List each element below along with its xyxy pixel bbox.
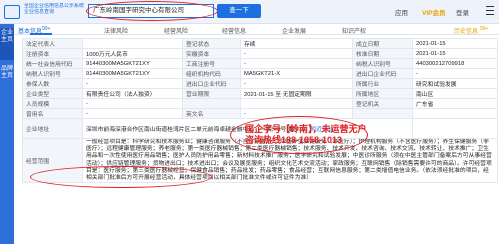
- field-value: [412, 108, 498, 119]
- field-value: -: [412, 68, 498, 79]
- search-button[interactable]: 查一下: [217, 4, 261, 18]
- field-value: -: [82, 108, 183, 119]
- menu-icon[interactable]: [486, 6, 494, 15]
- nav-vip[interactable]: VIP会员: [422, 7, 445, 17]
- info-row: 注册资本 1000万元人民币 实缴资本 - 核准日期 2021-01-15: [22, 48, 498, 59]
- info-row: 企业类型 有限责任公司（法人独资） 营业期限 2021-01-15 至 无固定期限 所属…: [22, 88, 498, 99]
- field-label: 英文名: [182, 108, 241, 119]
- field-label: 企业类型: [22, 88, 83, 99]
- field-label: 统一社会信用代码: [22, 58, 83, 69]
- field-value: MA5GKT21-X: [240, 68, 353, 79]
- field-label: 工商注册号: [182, 58, 241, 69]
- field-label: 营业期限: [182, 88, 241, 99]
- field-label: 所属行业: [352, 78, 413, 89]
- field-label: 组织机构代码: [182, 68, 241, 79]
- info-row: 法定代表人 登记状态 存续 成立日期 2021-01-15: [22, 38, 498, 49]
- site-logo-icon[interactable]: [4, 5, 20, 19]
- tab-development[interactable]: 企业发展: [282, 26, 306, 35]
- field-value: 广东省: [412, 98, 498, 109]
- info-row: 参保人数 - 进出口企业代码 - 所属行业 研究和试验发展: [22, 78, 498, 89]
- nav-app[interactable]: 应用: [395, 7, 408, 17]
- field-value: 有限责任公司（法人独资）: [82, 88, 183, 99]
- field-label: 人员规模: [22, 98, 83, 109]
- field-value: -: [82, 98, 183, 109]
- field-label: 企业地址: [22, 118, 83, 139]
- left-sidebar: 企业主页 品牌主页: [0, 24, 14, 244]
- field-label: 登记状态: [182, 38, 241, 49]
- search-highlight-circle: [86, 1, 218, 21]
- field-value: -: [240, 48, 353, 59]
- field-label: [182, 98, 241, 109]
- field-value: 存续: [240, 38, 353, 49]
- field-value: 研究和试验发展: [412, 78, 498, 89]
- tab-basic-info-count: 99+: [42, 26, 51, 32]
- field-label: 纳税人识别号: [22, 68, 83, 79]
- field-value: 91440300MA5GKT21XY: [82, 58, 183, 69]
- field-label: 注册资本: [22, 48, 83, 59]
- field-label: 登记机关: [352, 98, 413, 109]
- active-tab-underline: [30, 33, 52, 35]
- info-row: 曾用名 - 英文名 -: [22, 108, 498, 119]
- field-label: 进出口企业代码: [352, 68, 413, 79]
- promo-annotation: 国企字号【岭南】，未运营无户 咨询热线188-1858-1013: [245, 124, 367, 146]
- field-value: 91440300MA5GKT21XY: [82, 68, 183, 79]
- field-value: [412, 118, 498, 139]
- field-value: -: [82, 78, 183, 89]
- field-value: [82, 38, 183, 49]
- info-row: 统一社会信用代码 91440300MA5GKT21XY 工商注册号 - 纳税人识别号 44…: [22, 58, 498, 69]
- tab-history[interactable]: 历史信息: [454, 26, 478, 35]
- site-banner: 全国企业信用信息公示系统企业信息查询: [24, 3, 85, 15]
- nav-login[interactable]: 登录: [456, 7, 469, 17]
- field-label: 曾用名: [22, 108, 83, 119]
- field-value: 1000万元人民币: [82, 48, 183, 59]
- info-row: 纳税人识别号 91440300MA5GKT21XY 组织机构代码 MA5GKT21-X…: [22, 68, 498, 79]
- field-label: 参保人数: [22, 78, 83, 89]
- field-label: 成立日期: [352, 38, 413, 49]
- sidebar-tab-company[interactable]: 企业主页: [0, 28, 14, 60]
- info-row: 人员规模 - 登记机关 广东省: [22, 98, 498, 109]
- tab-history-count: 99+: [480, 26, 489, 32]
- field-value: -: [240, 78, 353, 89]
- promo-line-1: 国企字号【岭南】，未运营无户: [245, 124, 367, 134]
- section-tabs: 基本信息 99+ 法律风险 经营风险 经营信息 企业发展 知识产权 历史信息 9…: [14, 24, 499, 35]
- field-value: 2021-01-15 至 无固定期限: [240, 88, 353, 99]
- field-label: 纳税人识别号: [352, 58, 413, 69]
- tab-operating-risk[interactable]: 经营风险: [164, 26, 188, 35]
- tab-ip[interactable]: 知识产权: [342, 26, 366, 35]
- field-value: 440300212709918: [412, 58, 498, 69]
- sidebar-tab-brand[interactable]: 品牌主页: [0, 64, 14, 96]
- field-value: 2021-01-15: [412, 48, 498, 59]
- field-value: -: [240, 58, 353, 69]
- field-value: [240, 98, 353, 109]
- top-bar: 全国企业信用信息公示系统企业信息查询 广东岭南国字研究中心有限公司 查一下 应用…: [0, 0, 499, 24]
- field-label: 实缴资本: [182, 48, 241, 59]
- tab-legal-risk[interactable]: 法律风险: [104, 26, 128, 35]
- field-value: 2021-01-15: [412, 38, 498, 49]
- field-value: 南山区: [412, 88, 498, 99]
- address-highlight-circle: [30, 166, 212, 188]
- tab-operating-info[interactable]: 经营信息: [222, 26, 246, 35]
- field-label: [352, 108, 413, 119]
- promo-line-2: 咨询热线188-1858-1013: [245, 135, 343, 145]
- field-label: 法定代表人: [22, 38, 83, 49]
- field-label: 所属地区: [352, 88, 413, 99]
- field-label: 进出口企业代码: [182, 78, 241, 89]
- company-info-table: 法定代表人 登记状态 存续 成立日期 2021-01-15 注册资本 1000万元人民币 实缴…: [22, 38, 498, 184]
- field-label: 核准日期: [352, 48, 413, 59]
